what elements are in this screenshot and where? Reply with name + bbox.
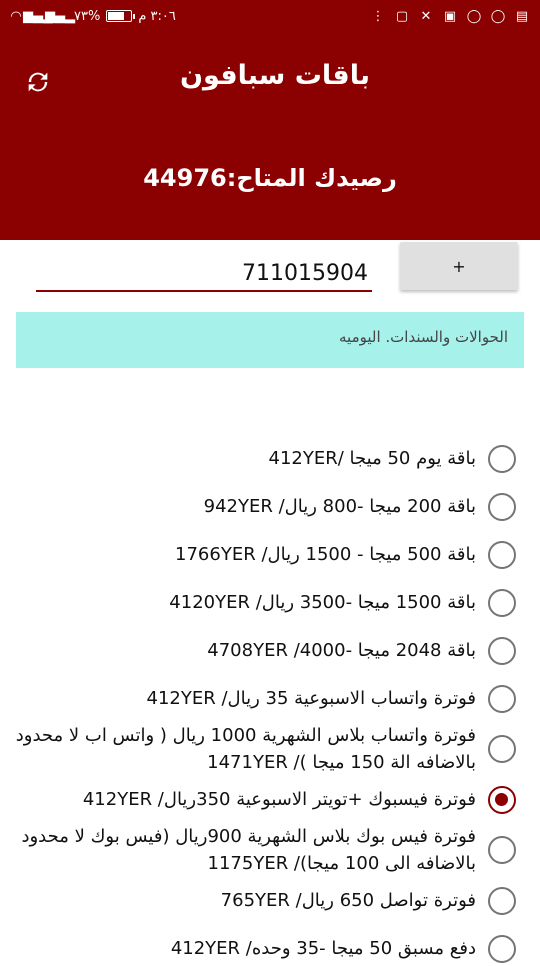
notice-banner: الحوالات والسندات. اليوميه <box>16 312 524 368</box>
package-label: باقة 500 ميجا - 1500 ريال/ 1766YER <box>175 544 476 565</box>
battery-fill <box>108 12 125 20</box>
package-option[interactable]: دفع مسبق 50 ميجا -35 وحده/ 412YER <box>0 932 540 966</box>
package-option[interactable]: باقة يوم 50 ميجا /412YER <box>0 442 540 476</box>
refresh-icon <box>28 72 48 92</box>
signal-icon: ▂▄▆ <box>23 8 53 24</box>
package-option[interactable]: باقة 500 ميجا - 1500 ريال/ 1766YER <box>0 538 540 572</box>
whatsapp-icon: ◯ <box>490 8 506 24</box>
package-option[interactable]: فوترة فيسبوك +تويتر الاسبوعية 350ريال/ 4… <box>0 783 540 817</box>
package-option[interactable]: فوترة واتساب بلاس الشهرية 1000 ريال ( وا… <box>0 722 540 776</box>
package-option[interactable]: باقة 2048 ميجا -4000/ 4708YER <box>0 634 540 668</box>
package-radio[interactable] <box>488 735 516 763</box>
battery-icon <box>106 10 136 22</box>
message-icon: ▢ <box>395 8 409 24</box>
page-title: باقات سبافون <box>180 60 370 91</box>
package-label: فوترة فيسبوك +تويتر الاسبوعية 350ريال/ 4… <box>82 789 476 810</box>
balance-display: رصيدك المتاح:44976 <box>0 164 540 192</box>
refresh-button[interactable] <box>18 62 58 102</box>
add-button[interactable]: + <box>400 242 518 290</box>
close-icon: ✕ <box>420 8 432 24</box>
wifi-icon: ◠ <box>10 8 22 24</box>
package-label: فوترة واتساب الاسبوعية 35 ريال/ 412YER <box>146 688 476 709</box>
package-label: باقة 2048 ميجا -4000/ 4708YER <box>207 640 476 661</box>
package-radio[interactable] <box>488 935 516 963</box>
phone-number-input[interactable] <box>36 256 372 292</box>
package-option[interactable]: باقة 200 ميجا -800 ريال/ 942YER <box>0 490 540 524</box>
package-radio[interactable] <box>488 541 516 569</box>
whatsapp-icon: ◯ <box>466 8 482 24</box>
package-option[interactable]: فوترة فيس بوك بلاس الشهرية 900ريال (فيس … <box>0 823 540 877</box>
package-radio[interactable] <box>488 445 516 473</box>
package-radio[interactable] <box>488 786 516 814</box>
package-label: فوترة واتساب بلاس الشهرية 1000 ريال ( وا… <box>15 725 476 773</box>
status-bar: ٣:٠٦ م %٧٣ ▂▄▆ ▂▄▆ ◠ ⋮ ▢ ✕ ▣ ◯ ◯ ▤ <box>0 0 540 36</box>
app-icon: ▤ <box>515 8 529 24</box>
balance-label: رصيدك المتاح: <box>226 164 397 192</box>
package-label: باقة 1500 ميجا -3500 ريال/ 4120YER <box>169 592 476 613</box>
package-option[interactable]: باقة 1500 ميجا -3500 ريال/ 4120YER <box>0 586 540 620</box>
package-label: دفع مسبق 50 ميجا -35 وحده/ 412YER <box>170 938 476 959</box>
clock: ٣:٠٦ م <box>138 8 176 24</box>
balance-value: 44976 <box>143 164 227 192</box>
package-radio[interactable] <box>488 637 516 665</box>
photo-icon: ▣ <box>443 8 457 24</box>
package-radio[interactable] <box>488 887 516 915</box>
package-label: باقة يوم 50 ميجا /412YER <box>268 448 476 469</box>
package-radio[interactable] <box>488 493 516 521</box>
signal-icon: ▂▄▆ <box>45 8 75 24</box>
app-header: باقات سبافون رصيدك المتاح:44976 <box>0 36 540 240</box>
battery-percent: %٧٣ <box>74 8 101 24</box>
status-left: ٣:٠٦ م %٧٣ ▂▄▆ ▂▄▆ ◠ <box>8 8 176 24</box>
package-label: باقة 200 ميجا -800 ريال/ 942YER <box>203 496 476 517</box>
package-label: فوترة فيس بوك بلاس الشهرية 900ريال (فيس … <box>21 826 476 874</box>
more-icon: ⋮ <box>371 8 385 24</box>
package-radio[interactable] <box>488 685 516 713</box>
package-radio[interactable] <box>488 589 516 617</box>
package-option[interactable]: فوترة تواصل 650 ريال/ 765YER <box>0 884 540 918</box>
package-label: فوترة تواصل 650 ريال/ 765YER <box>220 890 476 911</box>
notification-icons: ⋮ ▢ ✕ ▣ ◯ ◯ ▤ <box>370 8 530 24</box>
package-option[interactable]: فوترة واتساب الاسبوعية 35 ريال/ 412YER <box>0 682 540 716</box>
package-radio[interactable] <box>488 836 516 864</box>
